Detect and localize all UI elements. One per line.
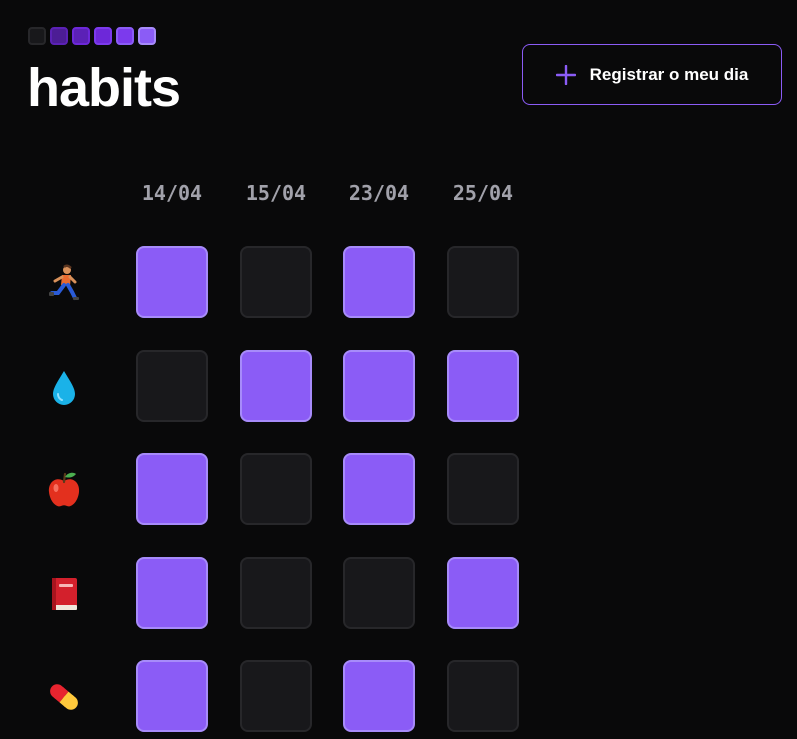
habit-day-cell[interactable] [343,660,415,732]
habit-day-cell[interactable] [447,350,519,422]
logo-square [94,27,112,45]
habit-day-cell[interactable] [343,557,415,629]
date-header: 15/04 [245,181,307,205]
date-header: 14/04 [141,181,203,205]
date-header: 23/04 [348,181,410,205]
date-header: 25/04 [452,181,514,205]
logo-square [28,27,46,45]
habit-day-cell[interactable] [136,557,208,629]
habit-day-cell[interactable] [447,453,519,525]
book-icon [52,578,77,610]
habit-day-cell[interactable] [136,350,208,422]
habit-day-cell[interactable] [343,453,415,525]
plus-icon [555,64,576,85]
logo-square [72,27,90,45]
habit-day-cell[interactable] [240,557,312,629]
habit-day-cell[interactable] [136,660,208,732]
logo-square [138,27,156,45]
habit-day-cell[interactable] [240,660,312,732]
register-day-button-label: Registrar o meu dia [589,64,749,84]
water-drop-icon [53,371,75,405]
habits-page: habits Registrar o meu dia 14/04 15/04 2… [0,0,797,739]
habit-day-cell[interactable] [447,557,519,629]
habit-day-cell[interactable] [447,660,519,732]
logo-wordmark: habits [27,58,181,118]
habit-day-cell[interactable] [447,246,519,318]
logo-square [50,27,68,45]
habit-day-cell[interactable] [240,350,312,422]
habit-day-cell[interactable] [343,246,415,318]
person-running-icon [49,264,79,300]
logo-squares [28,27,156,45]
habit-day-cell[interactable] [240,246,312,318]
habit-day-cell[interactable] [136,453,208,525]
habit-day-cell[interactable] [240,453,312,525]
habit-day-cell[interactable] [136,246,208,318]
habit-day-cell[interactable] [343,350,415,422]
register-day-button[interactable]: Registrar o meu dia [522,44,782,105]
pill-icon [50,684,78,710]
apple-icon [48,472,80,507]
logo-square [116,27,134,45]
